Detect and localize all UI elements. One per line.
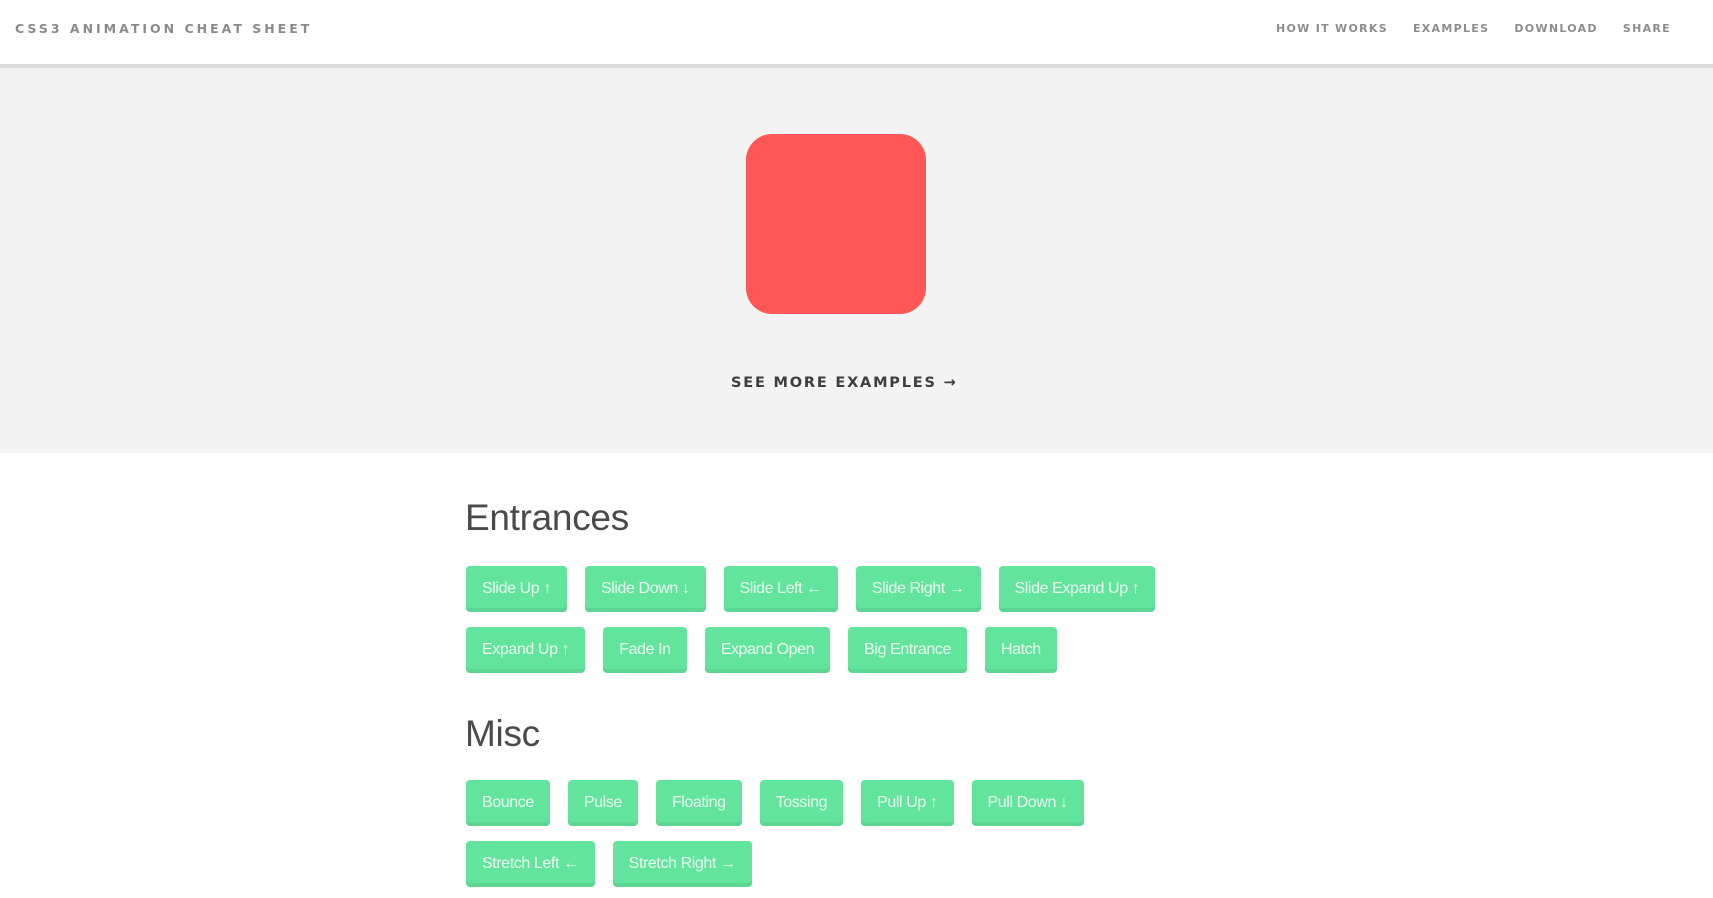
entrances-row-2: Expand Up ↑ Fade In Expand Open Big Entr… [466, 627, 1057, 673]
expand-open-button[interactable]: Expand Open [704, 627, 831, 673]
slide-right-button[interactable]: Slide Right → [855, 566, 981, 612]
floating-button[interactable]: Floating [655, 780, 742, 826]
big-entrance-button[interactable]: Big Entrance [848, 627, 967, 673]
misc-row-2: Stretch Left ← Stretch Right → [466, 841, 752, 887]
expand-up-button[interactable]: Expand Up ↑ [466, 627, 586, 673]
nav-download[interactable]: DOWNLOAD [1514, 22, 1598, 35]
main-nav: HOW IT WORKS EXAMPLES DOWNLOAD SHARE [1276, 22, 1696, 35]
tossing-button[interactable]: Tossing [759, 780, 844, 826]
nav-how-it-works[interactable]: HOW IT WORKS [1276, 22, 1388, 35]
slide-up-button[interactable]: Slide Up ↑ [466, 566, 567, 612]
slide-left-button[interactable]: Slide Left ← [723, 566, 838, 612]
see-more-examples-link[interactable]: SEE MORE EXAMPLES → [731, 375, 958, 391]
misc-row-1: Bounce Pulse Floating Tossing Pull Up ↑ … [466, 780, 1084, 826]
section-title-misc: Misc [465, 713, 540, 754]
hero-demo-area: SEE MORE EXAMPLES → [0, 68, 1713, 453]
animation-demo-box [746, 134, 926, 314]
site-title[interactable]: CSS3 ANIMATION CHEAT SHEET [15, 21, 312, 36]
pull-up-button[interactable]: Pull Up ↑ [861, 780, 954, 826]
pulse-button[interactable]: Pulse [567, 780, 638, 826]
nav-share[interactable]: SHARE [1623, 22, 1671, 35]
site-header: CSS3 ANIMATION CHEAT SHEET HOW IT WORKS … [0, 0, 1713, 68]
slide-expand-up-button[interactable]: Slide Expand Up ↑ [998, 566, 1156, 612]
pull-down-button[interactable]: Pull Down ↓ [971, 780, 1084, 826]
bounce-button[interactable]: Bounce [466, 780, 550, 826]
hatch-button[interactable]: Hatch [984, 627, 1057, 673]
slide-down-button[interactable]: Slide Down ↓ [584, 566, 706, 612]
fade-in-button[interactable]: Fade In [603, 627, 687, 673]
section-title-entrances: Entrances [465, 497, 629, 538]
stretch-left-button[interactable]: Stretch Left ← [466, 841, 595, 887]
entrances-row-1: Slide Up ↑ Slide Down ↓ Slide Left ← Sli… [466, 566, 1156, 612]
stretch-right-button[interactable]: Stretch Right → [612, 841, 752, 887]
nav-examples[interactable]: EXAMPLES [1413, 22, 1489, 35]
